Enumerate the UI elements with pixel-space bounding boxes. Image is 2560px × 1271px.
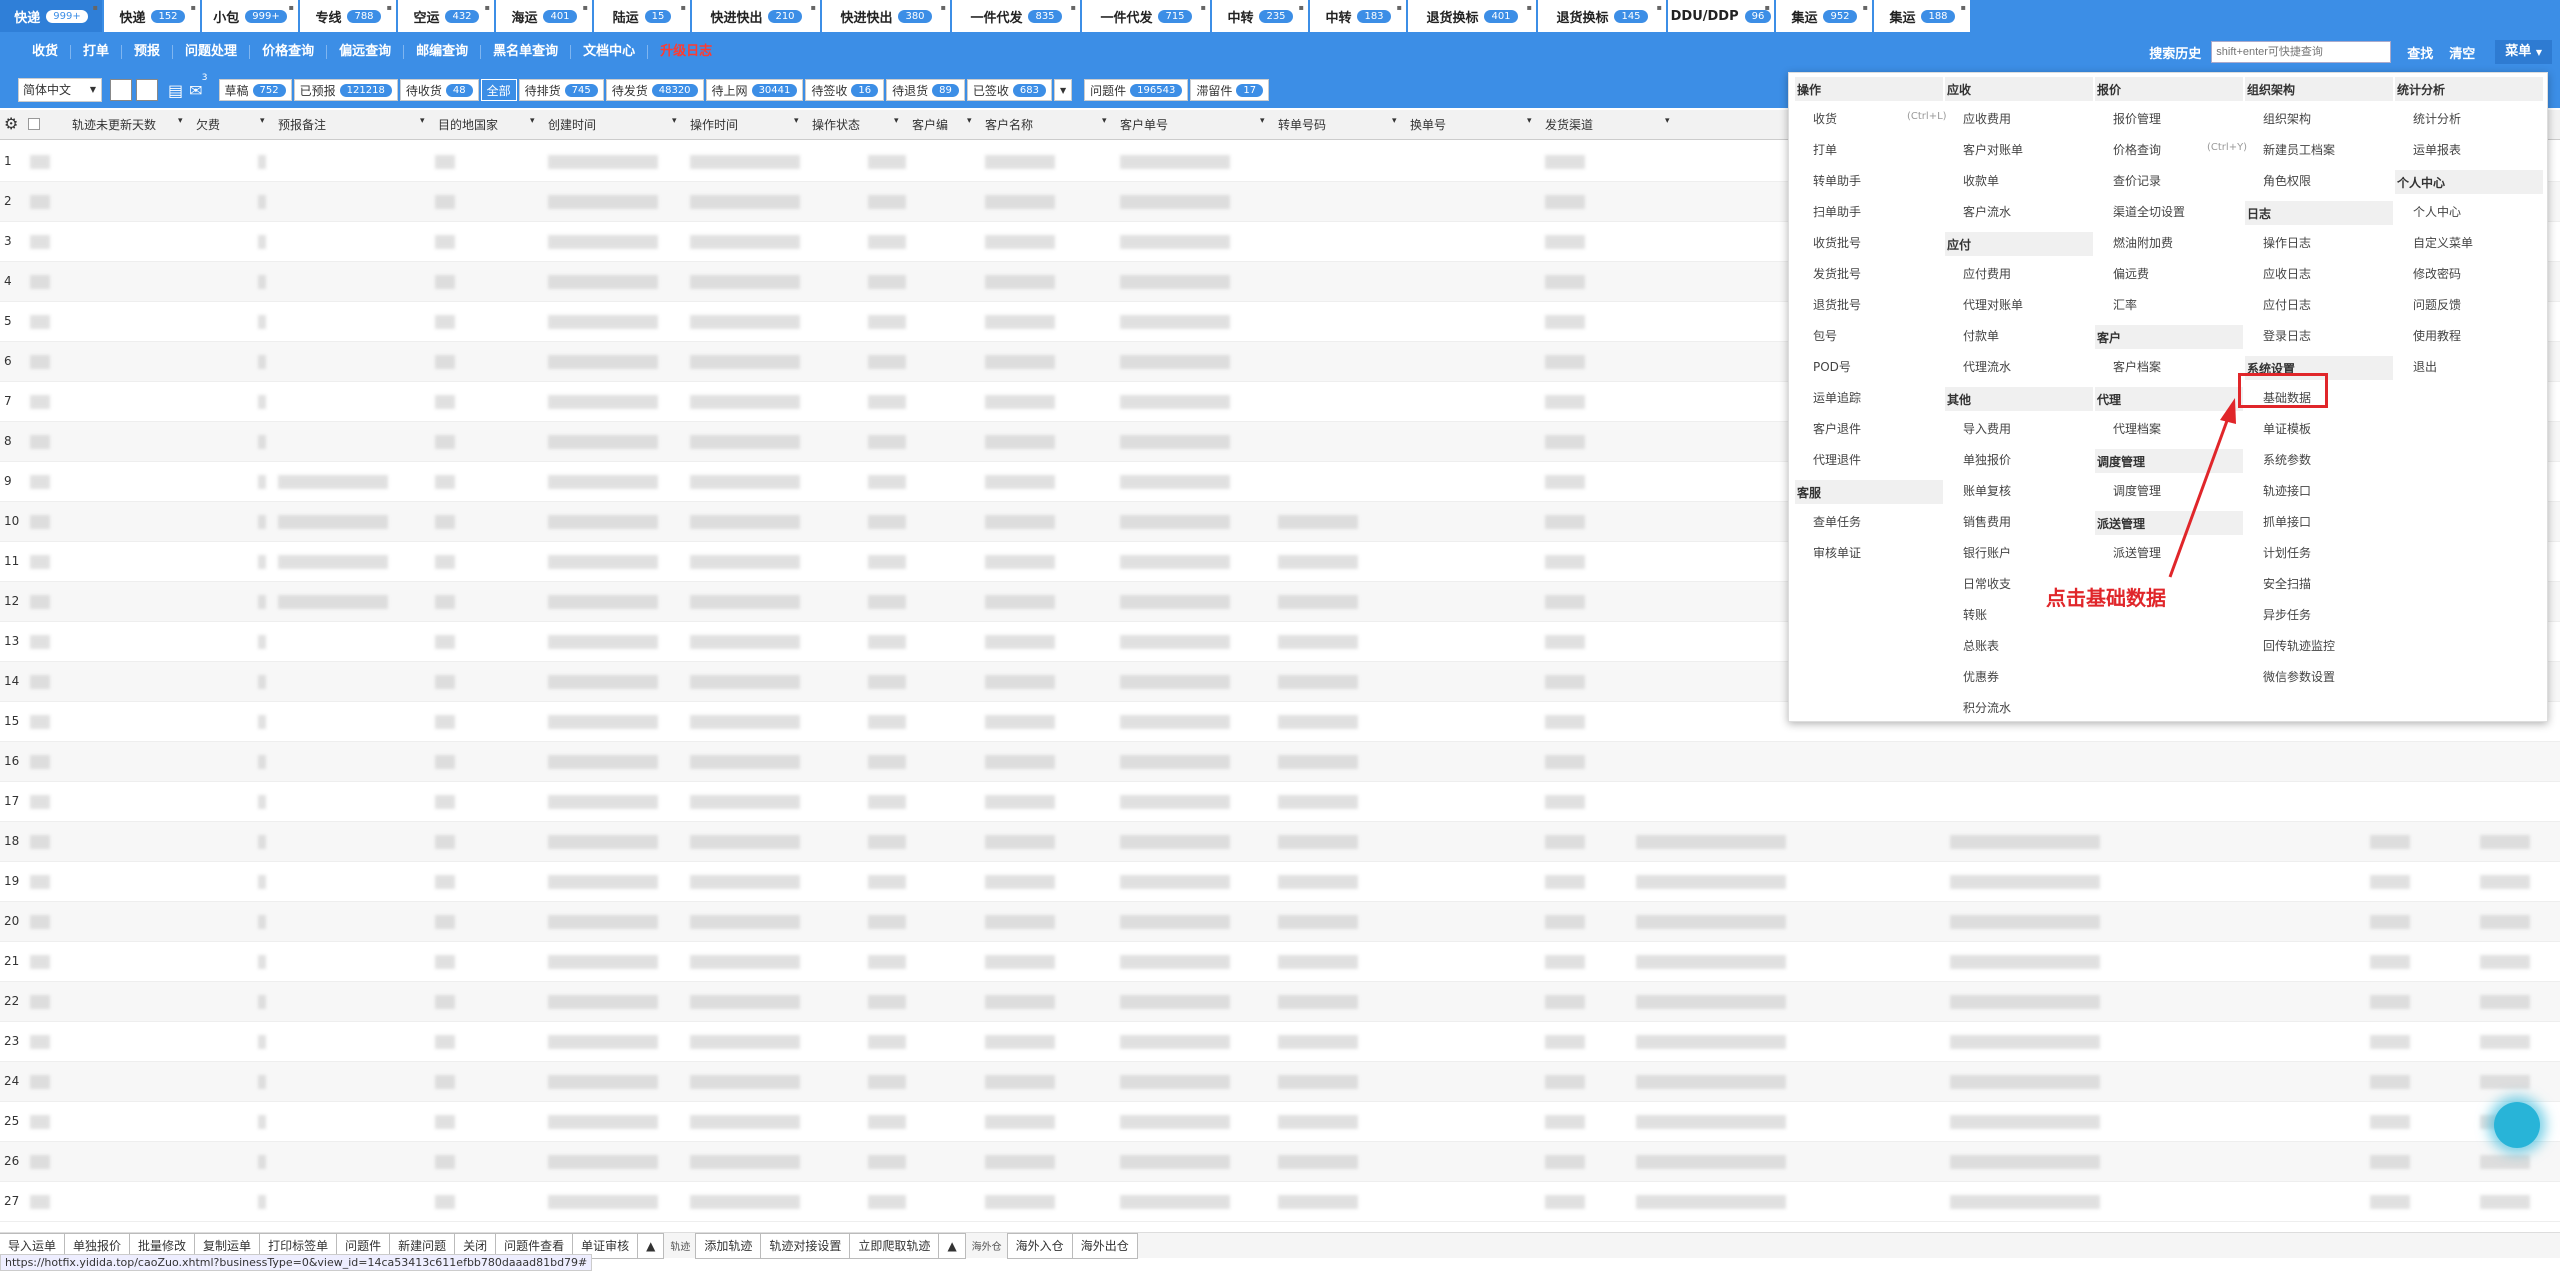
track-button-1[interactable]: 轨迹对接设置 (760, 1232, 851, 1259)
track-button-0[interactable]: 添加轨迹 (695, 1232, 762, 1259)
track-button-2[interactable]: 立即爬取轨迹 (849, 1232, 940, 1259)
overseas-button-0[interactable]: 海外入仓 (1006, 1232, 1073, 1259)
status-url: https://hotfix.yidida.top/caoZuo.xhtml?b… (0, 1254, 593, 1271)
annotation-text: 点击基础数据 (2046, 586, 2166, 610)
bottom-expand-icon[interactable]: ▲ (637, 1232, 665, 1259)
overseas-button-1[interactable]: 海外出仓 (1071, 1232, 1138, 1259)
bottom-label-overseas: 海外仓 (971, 1242, 1002, 1253)
bottom-label-track: 轨迹 (670, 1242, 691, 1253)
annotation-arrow (2168, 398, 2236, 578)
floating-action-button[interactable] (2494, 1102, 2540, 1148)
bottom-expand-icon[interactable]: ▲ (938, 1232, 966, 1259)
